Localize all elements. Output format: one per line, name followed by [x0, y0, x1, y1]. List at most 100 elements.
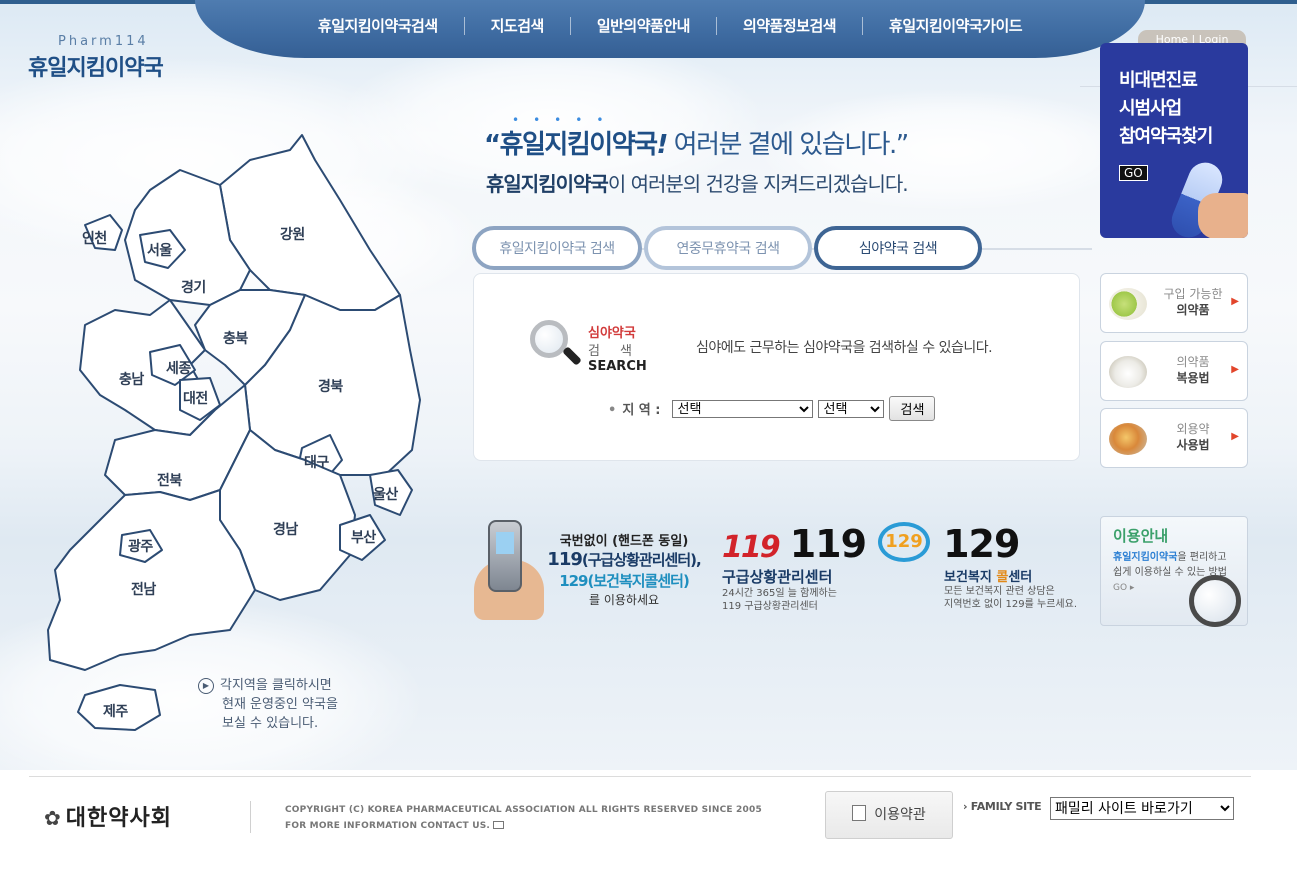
center-129-title-b: 콜	[996, 570, 1009, 585]
copyright-line1: COPYRIGHT (C) KOREA PHARMACEUTICAL ASSOC…	[285, 805, 762, 815]
copyright-line2: FOR MORE INFORMATION CONTACT US.	[285, 821, 490, 831]
map-region-chungbuk[interactable]: 충북	[223, 328, 248, 348]
map-region-ulsan[interactable]: 울산	[373, 484, 398, 504]
side-menu-label-bottom: 의약품	[1176, 303, 1210, 317]
district-select[interactable]: 선택	[818, 399, 885, 418]
region-label: • 지 역 :	[608, 403, 661, 418]
search-logo-sub: 검색	[588, 344, 652, 359]
map-region-sejong[interactable]: 세종	[166, 358, 191, 378]
emergency-line2-num: 119	[547, 549, 583, 570]
slogan-subline-bold: 휴일지킴이약국	[486, 172, 609, 196]
emergency-call-info: 국번없이 (핸드폰 동일) 119(구급상황관리센터), 129(보건복지콜센터…	[536, 530, 712, 608]
map-region-gwangju[interactable]: 광주	[128, 536, 153, 556]
map-region-incheon[interactable]: 인천	[82, 228, 107, 248]
nav-map-search[interactable]: 지도검색	[465, 17, 571, 35]
search-logo-en: SEARCH	[588, 359, 647, 374]
map-region-daejeon[interactable]: 대전	[183, 388, 208, 408]
nav-holiday-pharmacy-guide[interactable]: 휴일지킴이약국가이드	[863, 17, 1048, 35]
map-region-chungnam[interactable]: 충남	[119, 369, 144, 389]
tab-yearround-pharmacy[interactable]: 연중무휴약국 검색	[644, 226, 812, 270]
center-119-info: 119 119 구급상황관리센터 24시간 365일 늘 함께하는 119 구급…	[722, 522, 867, 613]
map-region-jeonnam[interactable]: 전남	[131, 579, 156, 599]
side-menu-label-top: 외용약	[1176, 422, 1210, 436]
slogan-headline-rest: 여러분 곁에 있습니다.”	[666, 130, 910, 160]
footer-separator	[250, 801, 251, 833]
guide-title: 이용안내	[1113, 527, 1169, 545]
region-shape-gangwon	[219, 134, 401, 311]
promo-line2: 시범사업	[1119, 98, 1182, 119]
promo-line1: 비대면진료	[1119, 70, 1198, 91]
map-region-jeonbuk[interactable]: 전북	[157, 470, 182, 490]
magnifier-handle	[562, 346, 582, 366]
center-119-title: 구급상황관리센터	[722, 568, 833, 586]
region-select[interactable]: 선택	[672, 399, 814, 418]
number-129: 129	[943, 522, 1020, 566]
center-129-title-a: 보건복지	[944, 570, 997, 585]
family-site-label: › FAMILY SITE	[963, 800, 1042, 813]
side-menu-label-bottom: 복용법	[1176, 371, 1210, 385]
map-region-busan[interactable]: 부산	[351, 527, 376, 547]
logo-119: 119	[722, 530, 781, 565]
emergency-line3: 129(보건복지콜센터)	[559, 572, 690, 590]
terms-button[interactable]: 이용약관	[825, 791, 953, 839]
search-description: 심야에도 근무하는 심야약국을 검색하실 수 있습니다.	[696, 340, 993, 356]
slogan-subline: 휴일지킴이약국이 여러분의 건강을 지켜드리겠습니다.	[486, 168, 909, 197]
terms-label: 이용약관	[874, 807, 926, 823]
map-region-daegu[interactable]: 대구	[304, 452, 329, 472]
map-region-seoul[interactable]: 서울	[147, 240, 172, 260]
kpa-logo[interactable]: ✿ 대한약사회	[44, 800, 172, 832]
nav-holiday-pharmacy-search[interactable]: 휴일지킴이약국검색	[292, 17, 465, 35]
magnifier-icon	[1189, 575, 1241, 627]
map-region-jeju[interactable]: 제주	[103, 701, 128, 721]
number-119: 119	[789, 522, 867, 566]
site-logo[interactable]: Pharm114 휴일지킴이약국	[28, 34, 164, 82]
side-menu-label-bottom: 사용법	[1176, 438, 1210, 452]
center-119-desc1: 24시간 365일 늘 함께하는	[722, 588, 837, 599]
map-note-line1: 각지역을 클릭하시면	[220, 678, 332, 693]
usage-guide-box[interactable]: 이용안내 휴일지킴이약국을 편리하고 쉽게 이용하실 수 있는 방법 GO ▸	[1100, 516, 1248, 627]
guide-desc-bold: 휴일지킴이약국	[1113, 552, 1178, 563]
mail-icon[interactable]	[493, 821, 505, 829]
telemedicine-promo-banner[interactable]: 비대면진료 시범사업 참여약국찾기 GO	[1100, 43, 1248, 238]
footer-divider	[29, 776, 1251, 777]
flower-icon: ✿	[44, 806, 62, 830]
side-menu-available-drugs[interactable]: 구입 가능한의약품 ▶	[1100, 273, 1248, 333]
slogan-subline-rest: 이 여러분의 건강을 지켜드리겠습니다.	[607, 172, 909, 196]
map-region-gyeongnam[interactable]: 경남	[273, 519, 298, 539]
emergency-line2-text: (구급상황관리센터),	[581, 551, 702, 569]
family-site-select[interactable]: 패밀리 사이트 바로가기	[1050, 797, 1234, 820]
map-instruction: ▶ 각지역을 클릭하시면 현재 운영중인 약국을 보실 수 있습니다.	[198, 676, 338, 733]
side-menu-label: 외용약사용법	[1157, 421, 1229, 453]
side-menu-label: 구입 가능한의약품	[1157, 286, 1229, 318]
logo-english: Pharm114	[58, 34, 149, 49]
side-menu-dosage[interactable]: 의약품 복용법 ▶	[1100, 341, 1248, 401]
map-region-gyeonggi[interactable]: 경기	[181, 277, 206, 297]
slogan-headline-bang: !	[656, 130, 669, 160]
korea-region-map: 인천 서울 강원 경기 충북 세종 충남 대전 경북 대구 전북 울산 경남 부…	[40, 130, 430, 750]
arrow-right-icon: ▶	[1231, 296, 1239, 307]
search-button[interactable]: 검색	[889, 396, 936, 421]
slogan-headline-bold: “휴일지킴이약국	[484, 130, 658, 160]
center-129-info: 129 129 보건복지 콜센터 모든 보건복지 관련 상담은 지역번호 없이 …	[878, 522, 1077, 611]
hand-icon	[1198, 193, 1248, 238]
center-129-desc2: 지역번호 없이 129를 누르세요.	[944, 599, 1078, 610]
center-129-desc1: 모든 보건복지 관련 상담은	[944, 586, 1055, 597]
ointment-icon	[1109, 423, 1147, 455]
side-menu-label-top: 구입 가능한	[1163, 287, 1223, 301]
copyright-text: COPYRIGHT (C) KOREA PHARMACEUTICAL ASSOC…	[285, 802, 762, 834]
promo-go-button[interactable]: GO	[1119, 165, 1148, 181]
map-region-gyeongbuk[interactable]: 경북	[318, 376, 343, 396]
center-129-title: 보건복지 콜센터	[944, 566, 1077, 585]
nav-otc-guide[interactable]: 일반의약품안내	[571, 17, 717, 35]
tab-holiday-pharmacy[interactable]: 휴일지킴이약국 검색	[472, 226, 642, 270]
main-nav: 휴일지킴이약국검색 지도검색 일반의약품안내 의약품정보검색 휴일지킴이약국가이…	[195, 0, 1145, 58]
play-circle-icon: ▶	[198, 678, 214, 694]
nav-drug-info-search[interactable]: 의약품정보검색	[717, 17, 864, 35]
logo-korean: 휴일지킴이약국	[28, 56, 164, 81]
arrow-right-icon: ▶	[1231, 431, 1239, 442]
tab-night-pharmacy[interactable]: 심야약국 검색	[814, 226, 982, 270]
side-menu-label-top: 의약품	[1176, 355, 1210, 369]
map-region-gangwon[interactable]: 강원	[280, 224, 305, 244]
map-note-line3: 보실 수 있습니다.	[222, 716, 319, 731]
side-menu-external-use[interactable]: 외용약사용법 ▶	[1100, 408, 1248, 468]
